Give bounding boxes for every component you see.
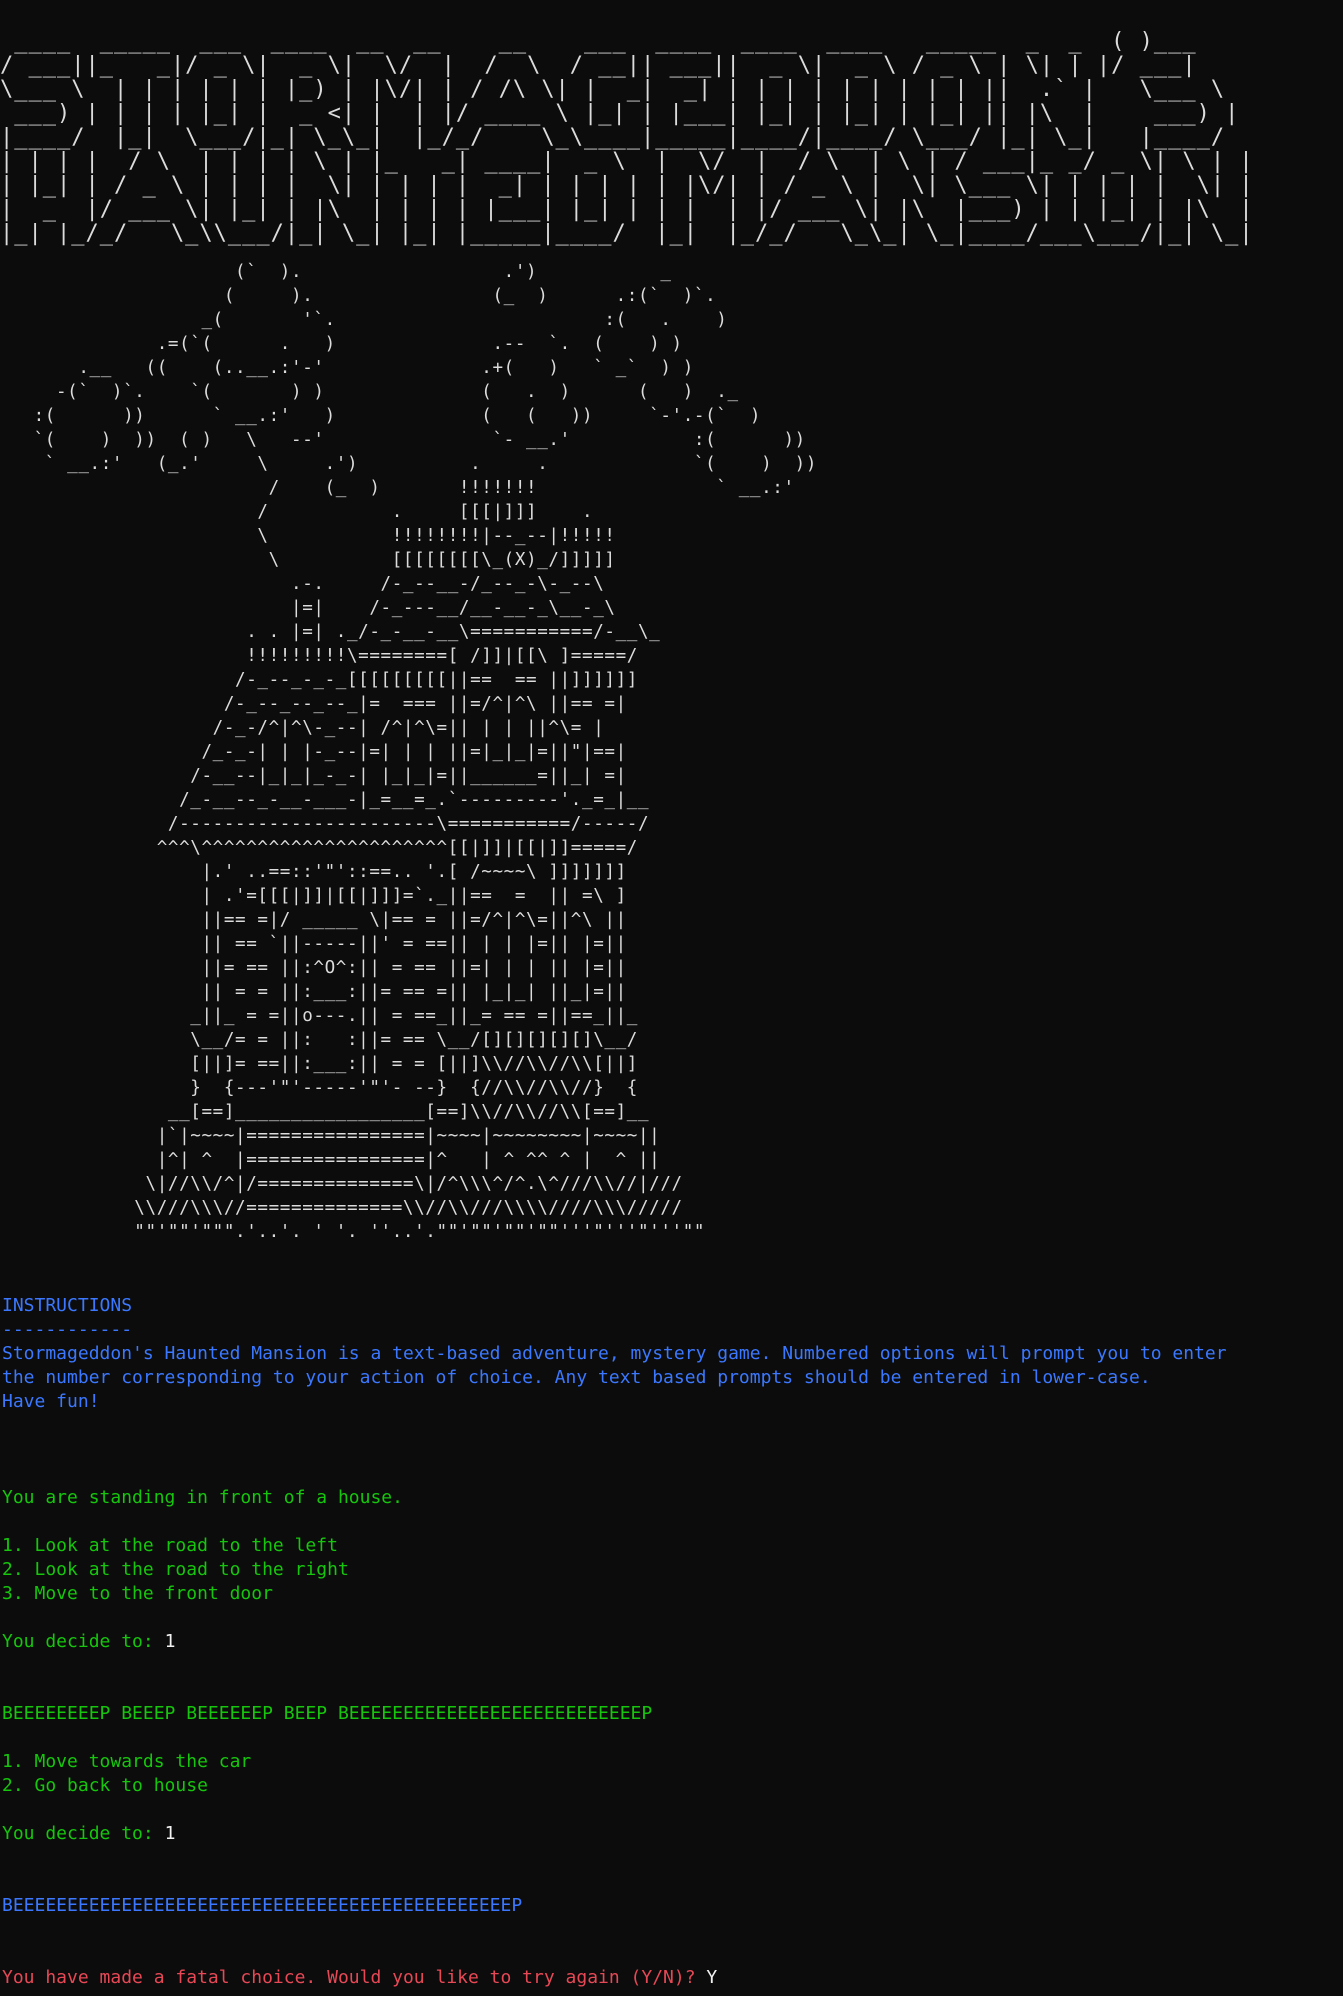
scene-1-input: 1 (164, 1631, 176, 1652)
console-window[interactable]: ____ _____ ___ ____ __ __ __ ___ ____ __… (0, 0, 1343, 1996)
text-cursor (717, 1966, 728, 1986)
instructions-text-line-3: Have fun! (2, 1391, 100, 1412)
instructions-text-line-1: Stormageddon's Haunted Mansion is a text… (2, 1343, 1227, 1364)
scene-2-prompt-line: You decide to: 1 (2, 1822, 1332, 1846)
console-output: INSTRUCTIONS ------------ Stormageddon's… (2, 1294, 1332, 1990)
fatal-choice-prompt: You have made a fatal choice. Would you … (2, 1967, 707, 1988)
instructions-heading: INSTRUCTIONS (2, 1295, 133, 1316)
retry-input[interactable]: Y (706, 1967, 717, 1988)
scene-2-prompt: You decide to: (2, 1823, 165, 1844)
scene-1-option-1: 1. Look at the road to the left (2, 1535, 338, 1556)
instructions-underline: ------------ (2, 1319, 133, 1340)
scene-2-option-1: 1. Move towards the car (2, 1751, 252, 1772)
fatal-prompt-line[interactable]: You have made a fatal choice. Would you … (2, 1966, 1332, 1990)
scene-2-option-2: 2. Go back to house (2, 1775, 208, 1796)
scene-1-narration: You are standing in front of a house. (2, 1487, 403, 1508)
scene-2-narration: BEEEEEEEEP BEEEP BEEEEEEP BEEP BEEEEEEEE… (2, 1703, 653, 1724)
scene-2-input: 1 (164, 1823, 176, 1844)
scene-3-narration: BEEEEEEEEEEEEEEEEEEEEEEEEEEEEEEEEEEEEEEE… (2, 1895, 523, 1916)
scene-1-option-3: 3. Move to the front door (2, 1583, 273, 1604)
scene-1-option-2: 2. Look at the road to the right (2, 1559, 349, 1580)
game-title-ascii-art: ____ _____ ___ ____ __ __ __ ___ ____ __… (0, 29, 1254, 246)
scene-1-prompt: You decide to: (2, 1631, 165, 1652)
haunted-mansion-ascii-art: (` ). .') _ ( ). (_ ) .:(` )`. _( '`. :(… (33, 262, 818, 1242)
scene-1-prompt-line: You decide to: 1 (2, 1630, 1332, 1654)
instructions-text-line-2: the number corresponding to your action … (2, 1367, 1151, 1388)
